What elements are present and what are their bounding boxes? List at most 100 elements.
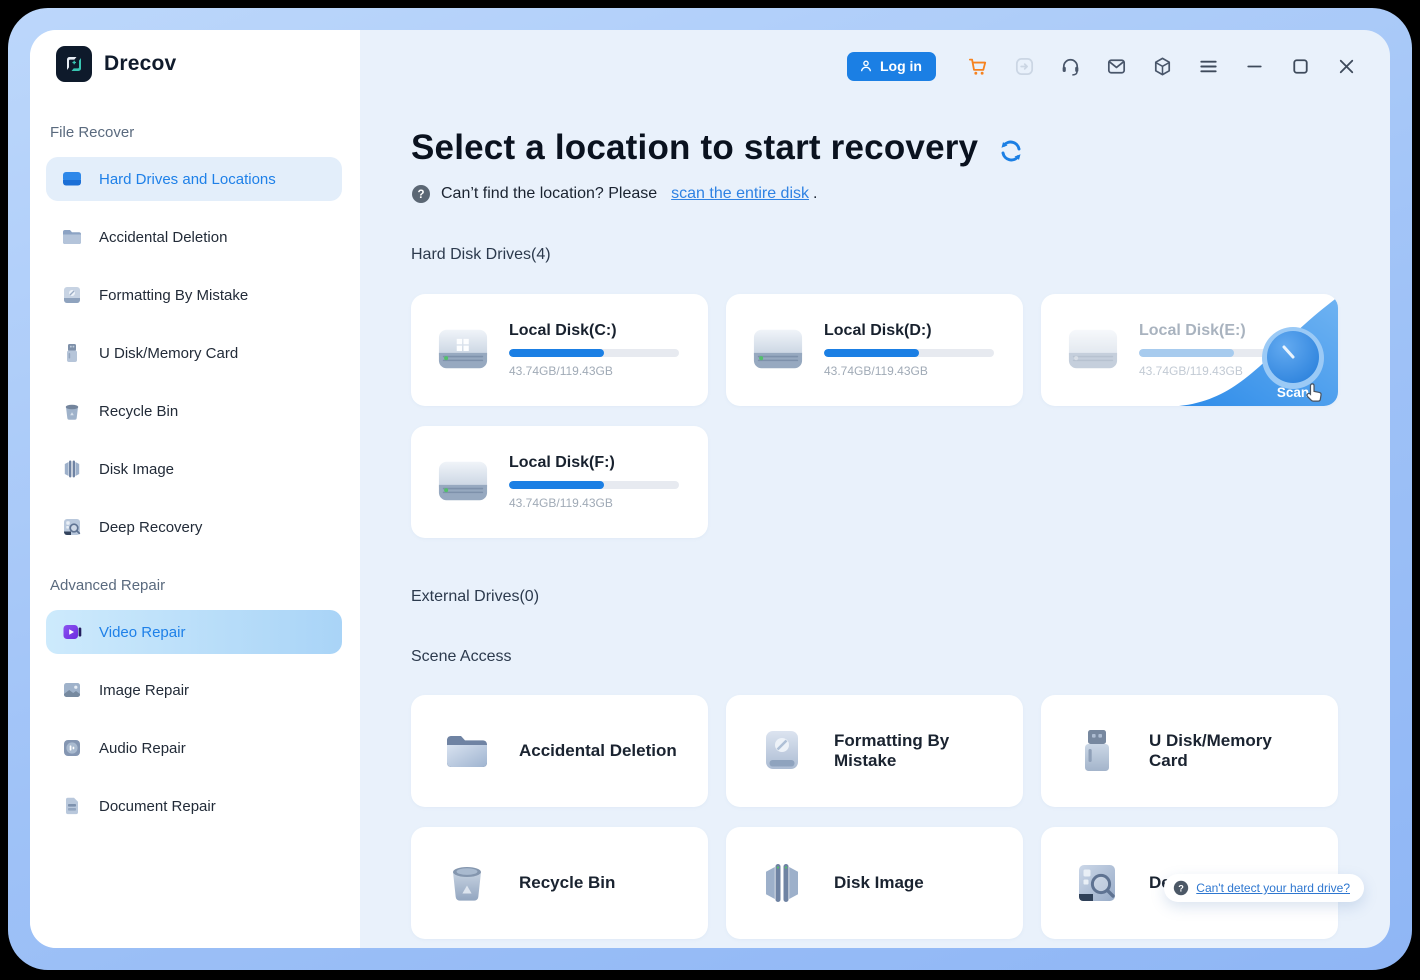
nav-section-file-recover: File Recover [50,124,360,141]
document-repair-icon [60,794,84,818]
drive-size: 43.74GB/119.43GB [1139,364,1309,378]
app-window: Drecov File Recover Hard Drives and Loca… [30,30,1390,948]
sidebar-item-hard-drives[interactable]: Hard Drives and Locations [46,157,342,201]
disk-image-icon [756,857,808,909]
refresh-icon[interactable] [996,136,1026,166]
signin-icon[interactable] [1012,54,1036,78]
drive-size: 43.74GB/119.43GB [509,496,679,510]
help-text: Can’t find the location? Please [441,185,657,203]
maximize-button[interactable] [1288,54,1312,78]
hard-drive-icon [437,459,489,505]
scene-card-recycle-bin[interactable]: Recycle Bin [411,827,708,939]
sidebar-item-deep-recovery[interactable]: Deep Recovery [46,505,342,549]
capacity-bar [509,349,679,357]
question-icon: ? [1173,880,1189,896]
sidebar-item-document-repair[interactable]: Document Repair [46,784,342,828]
question-icon: ? [411,184,431,204]
hard-disk-section-label: Hard Disk Drives(4) [411,246,1390,264]
close-button[interactable] [1334,54,1358,78]
sidebar-item-recycle-bin[interactable]: Recycle Bin [46,389,342,433]
sidebar-item-formatting[interactable]: Formatting By Mistake [46,273,342,317]
hard-drive-icon [60,167,84,191]
menu-icon[interactable] [1196,54,1220,78]
hard-drive-icon [1067,327,1119,373]
package-icon[interactable] [1150,54,1174,78]
user-icon [858,58,874,74]
scene-card-label: Disk Image [834,873,924,893]
drive-name: Local Disk(E:) [1139,322,1309,340]
app-name: Drecov [104,52,176,76]
scene-card-accidental-deletion[interactable]: Accidental Deletion [411,695,708,807]
sidebar-item-label: U Disk/Memory Card [99,345,238,362]
drive-size: 43.74GB/119.43GB [824,364,994,378]
app-logo: Drecov [30,30,360,82]
video-repair-icon [60,620,84,644]
external-drives-section-label: External Drives(0) [411,588,1390,606]
sidebar-item-label: Formatting By Mistake [99,287,248,304]
drive-grid: Local Disk(C:) 43.74GB/119.43GB [411,294,1390,538]
sidebar-item-label: Recycle Bin [99,403,178,420]
scene-grid: Accidental Deletion Formatting By Mistak… [411,695,1390,939]
drive-card-d[interactable]: Local Disk(D:) 43.74GB/119.43GB [726,294,1023,406]
usb-drive-icon [1071,725,1123,777]
sidebar-item-accidental-deletion[interactable]: Accidental Deletion [46,215,342,259]
drive-name: Local Disk(D:) [824,322,994,340]
folder-icon [60,225,84,249]
drive-card-c[interactable]: Local Disk(C:) 43.74GB/119.43GB [411,294,708,406]
capacity-bar [824,349,994,357]
hard-drive-icon [437,327,489,373]
sidebar-item-label: Deep Recovery [99,519,202,536]
sidebar-item-udisk[interactable]: U Disk/Memory Card [46,331,342,375]
main-content: Log in [360,30,1390,948]
headset-icon[interactable] [1058,54,1082,78]
sidebar-item-image-repair[interactable]: Image Repair [46,668,342,712]
cursor-icon [1304,382,1326,404]
hard-drive-help-pill[interactable]: ? Can't detect your hard drive? [1164,874,1364,902]
nav-section-advanced-repair: Advanced Repair [50,577,360,594]
scene-card-udisk[interactable]: U Disk/Memory Card [1041,695,1338,807]
topbar: Log in [411,30,1390,86]
capacity-bar [509,481,679,489]
sidebar-item-label: Accidental Deletion [99,229,227,246]
drive-name: Local Disk(F:) [509,454,679,472]
recycle-bin-icon [441,857,493,909]
cart-icon[interactable] [966,54,990,78]
svg-text:?: ? [417,189,424,201]
sidebar-item-audio-repair[interactable]: Audio Repair [46,726,342,770]
disk-image-icon [60,457,84,481]
deep-recovery-icon [60,515,84,539]
format-disk-icon [60,283,84,307]
drive-card-e[interactable]: Local Disk(E:) 43.74GB/119.43GB Scan [1041,294,1338,406]
login-label: Log in [880,58,922,74]
svg-text:?: ? [1178,883,1184,893]
sidebar-item-disk-image[interactable]: Disk Image [46,447,342,491]
window-frame: Drecov File Recover Hard Drives and Loca… [8,8,1412,970]
sidebar-item-label: Video Repair [99,624,185,641]
minimize-button[interactable] [1242,54,1266,78]
help-row: ? Can’t find the location? Please scan t… [411,184,1390,204]
audio-repair-icon [60,736,84,760]
accidental-deletion-icon [441,725,493,777]
page-title: Select a location to start recovery [411,128,978,168]
drive-card-f[interactable]: Local Disk(F:) 43.74GB/119.43GB [411,426,708,538]
image-repair-icon [60,678,84,702]
sidebar-item-label: Image Repair [99,682,189,699]
formatting-icon [756,725,808,777]
hard-drive-icon [752,327,804,373]
help-suffix: . [813,185,817,203]
cant-detect-drive-link[interactable]: Can't detect your hard drive? [1196,881,1350,895]
scene-card-formatting[interactable]: Formatting By Mistake [726,695,1023,807]
scan-entire-disk-link[interactable]: scan the entire disk [671,185,809,203]
sidebar-item-label: Audio Repair [99,740,186,757]
sidebar-item-video-repair[interactable]: Video Repair [46,610,342,654]
recycle-bin-icon [60,399,84,423]
scene-card-label: Accidental Deletion [519,741,677,761]
sidebar-item-label: Document Repair [99,798,216,815]
scene-card-label: Recycle Bin [519,873,615,893]
mail-icon[interactable] [1104,54,1128,78]
usb-icon [60,341,84,365]
scene-card-disk-image[interactable]: Disk Image [726,827,1023,939]
capacity-bar [1139,349,1309,357]
sidebar-item-label: Disk Image [99,461,174,478]
login-button[interactable]: Log in [847,52,936,81]
